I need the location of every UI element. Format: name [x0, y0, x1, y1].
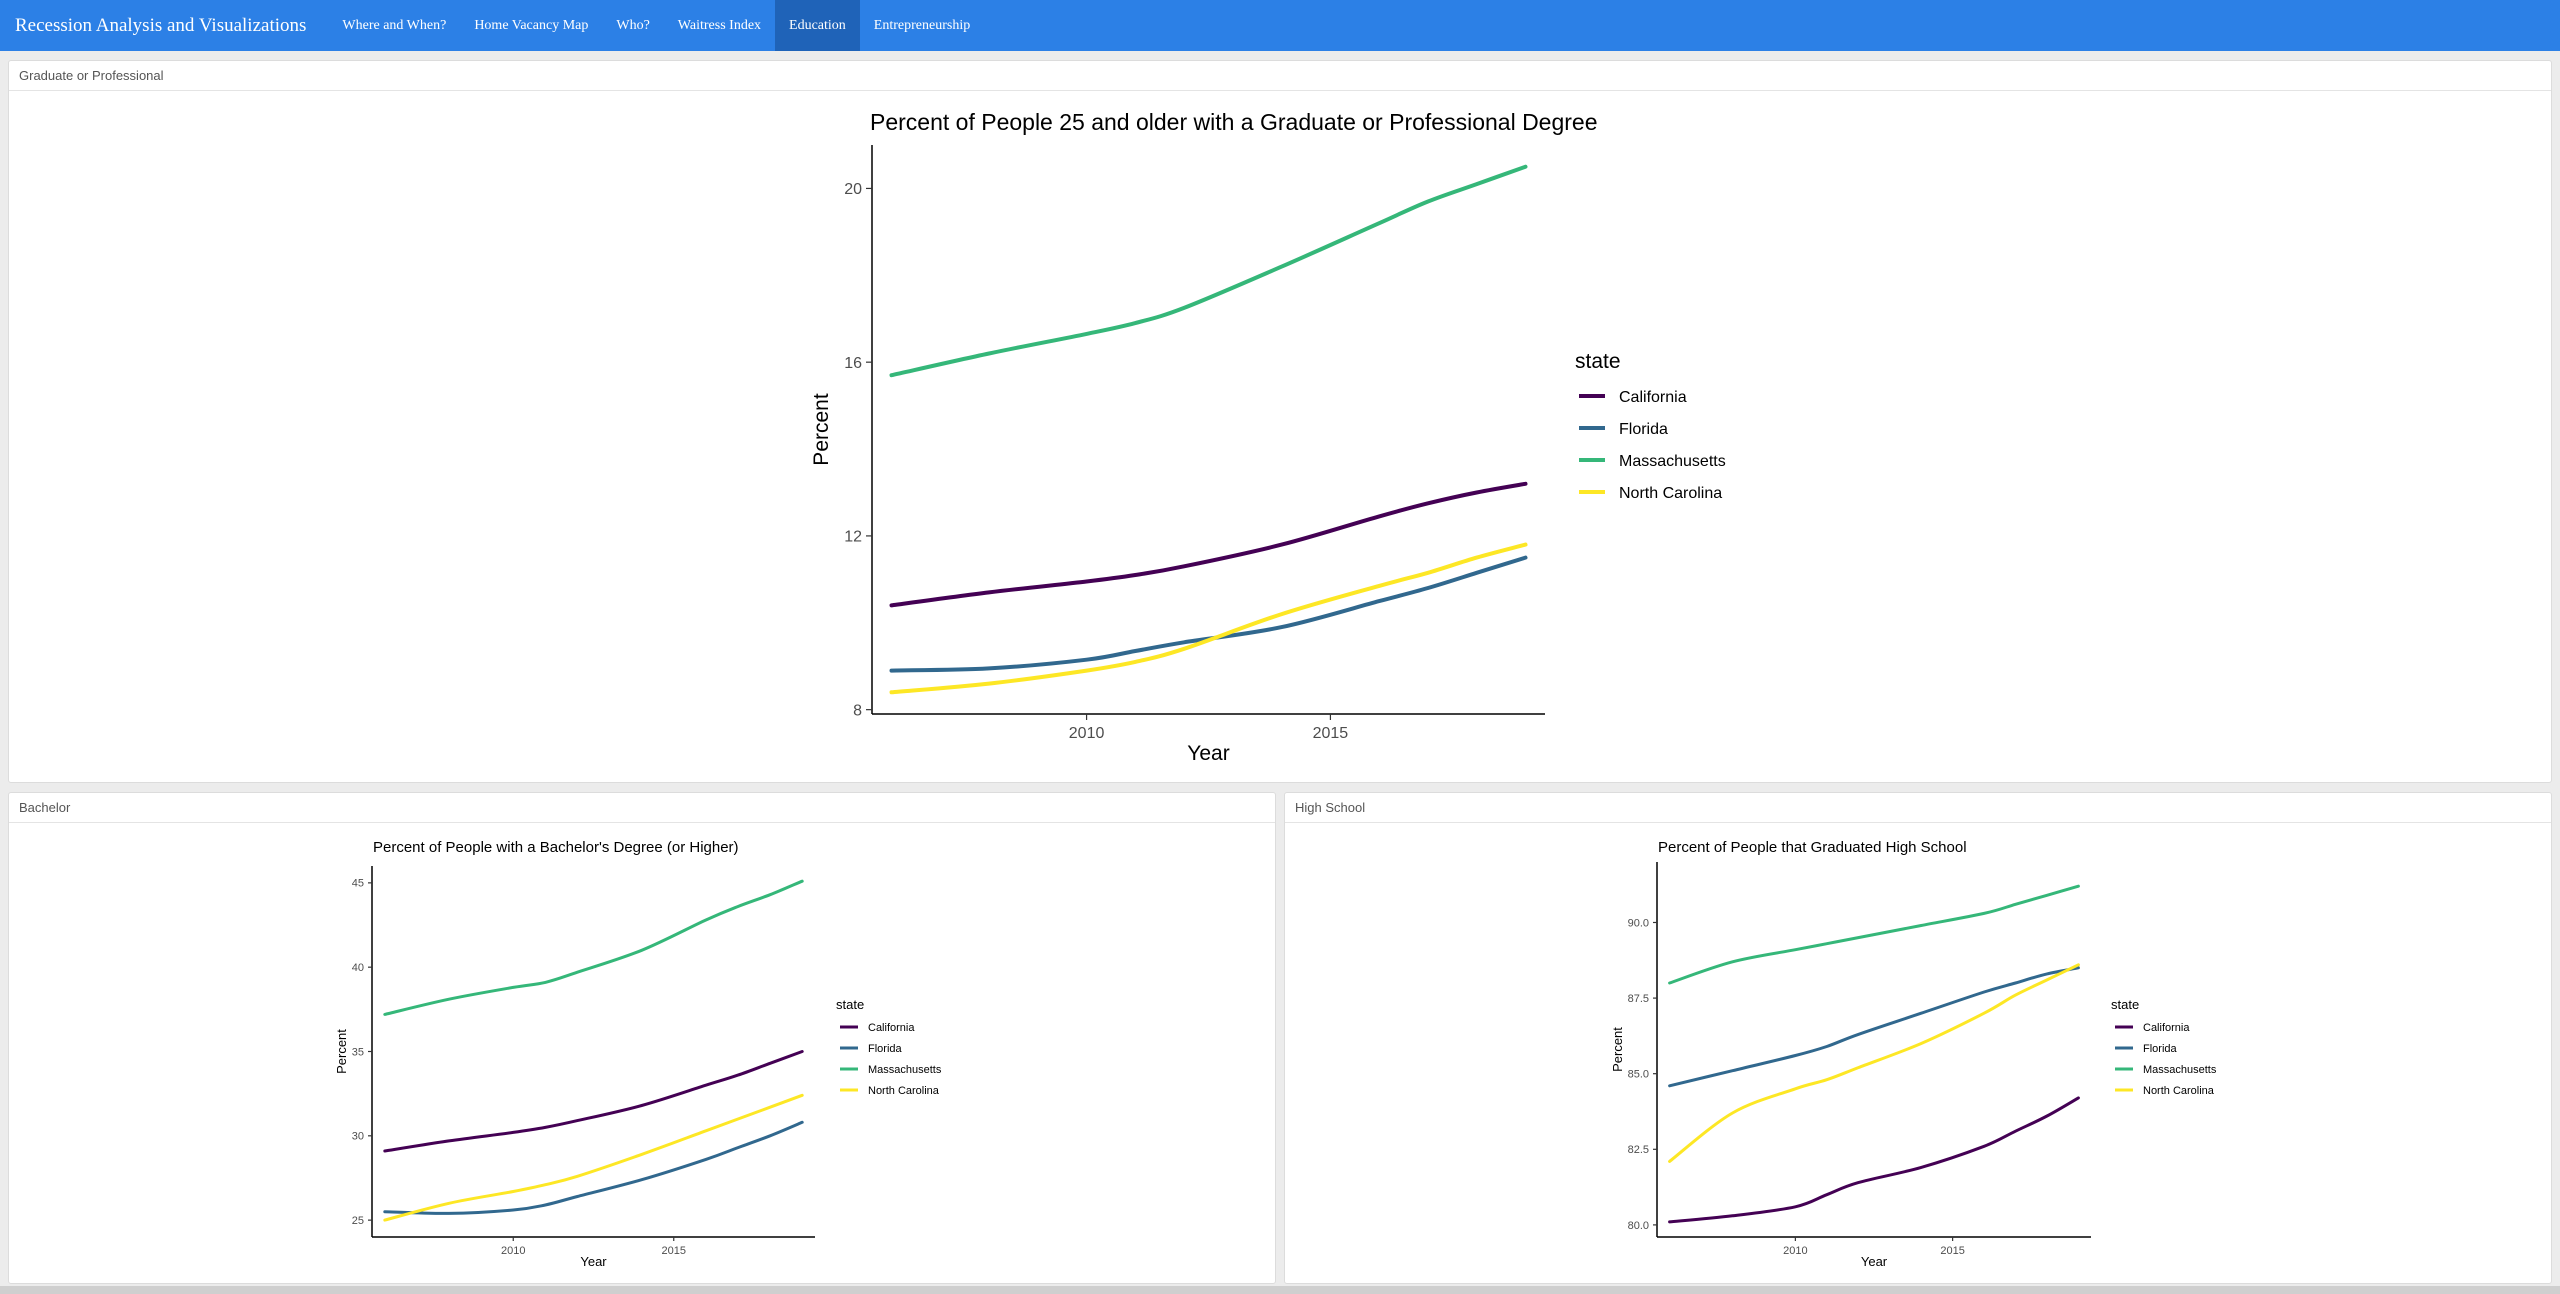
hs-y-tick-label: 82.5 [1628, 1144, 1649, 1156]
bach-series-line-north-carolina [383, 1093, 804, 1222]
grad-y-tick-label: 12 [844, 529, 862, 546]
hs-x-tick-label: 2010 [1783, 1245, 1807, 1257]
grad-series-line-florida [889, 555, 1528, 673]
hs-legend-title: state [2111, 997, 2139, 1012]
hs-legend-label-massachusetts: Massachusetts [2143, 1064, 2217, 1076]
grad-legend-title: state [1575, 350, 1621, 373]
bach-x-tick-label: 2010 [501, 1245, 525, 1257]
bach-series-line-massachusetts [383, 879, 804, 1016]
grad-x-tick-label: 2015 [1313, 725, 1349, 742]
grad-x-tick-label: 2010 [1069, 725, 1105, 742]
grad-legend-label-california: California [1619, 389, 1687, 406]
hs-y-tick-label: 87.5 [1628, 993, 1649, 1005]
grad-y-axis-label: Percent [810, 393, 833, 466]
grad-x-axis-label: Year [1187, 742, 1229, 765]
hs-legend-label-north-carolina: North Carolina [2143, 1085, 2215, 1097]
bach-x-tick-label: 2015 [662, 1245, 686, 1257]
hs-series-line-florida [1668, 966, 2080, 1088]
bach-y-tick-label: 35 [352, 1046, 364, 1058]
grad-chart-title: Percent of People 25 and older with a Gr… [870, 109, 1598, 135]
bach-legend-title: state [836, 997, 864, 1012]
bach-series-line-florida [383, 1120, 804, 1215]
hs-legend-label-florida: Florida [2143, 1043, 2178, 1055]
hs-series-line-california [1668, 1096, 2080, 1224]
bach-chart-title: Percent of People with a Bachelor's Degr… [373, 839, 739, 856]
grad-y-tick-label: 20 [844, 181, 862, 198]
bach-legend-label-massachusetts: Massachusetts [868, 1064, 942, 1076]
bach-x-axis-label: Year [580, 1254, 607, 1269]
bach-y-tick-label: 45 [352, 878, 364, 890]
hs-chart-title: Percent of People that Graduated High Sc… [1658, 839, 1967, 856]
charts-canvas: Percent of People 25 and older with a Gr… [334, 109, 2217, 1269]
hs-x-axis-label: Year [1861, 1254, 1888, 1269]
bach-legend-label-north-carolina: North Carolina [868, 1085, 940, 1097]
grad-legend-label-north-carolina: North Carolina [1619, 485, 1722, 502]
hs-y-tick-label: 80.0 [1628, 1220, 1649, 1232]
bach-legend-label-california: California [868, 1022, 915, 1034]
grad-legend-label-florida: Florida [1619, 421, 1668, 438]
hs-y-tick-label: 90.0 [1628, 917, 1649, 929]
bach-y-tick-label: 40 [352, 962, 364, 974]
bach-y-tick-label: 30 [352, 1131, 364, 1143]
hs-legend-label-california: California [2143, 1022, 2190, 1034]
bottom-scroll-strip [0, 1286, 2560, 1294]
bach-y-tick-label: 25 [352, 1215, 364, 1227]
grad-legend-label-massachusetts: Massachusetts [1619, 453, 1726, 470]
hs-y-axis-label: Percent [1610, 1027, 1625, 1072]
grad-y-tick-label: 8 [853, 702, 862, 719]
bach-series-line-california [383, 1050, 804, 1153]
hs-series-line-massachusetts [1668, 884, 2080, 985]
grad-series-line-massachusetts [889, 164, 1528, 378]
bach-legend-label-florida: Florida [868, 1043, 903, 1055]
bach-y-axis-label: Percent [334, 1029, 349, 1074]
grad-y-tick-label: 16 [844, 355, 862, 372]
hs-y-tick-label: 85.0 [1628, 1069, 1649, 1081]
hs-x-tick-label: 2015 [1940, 1245, 1964, 1257]
